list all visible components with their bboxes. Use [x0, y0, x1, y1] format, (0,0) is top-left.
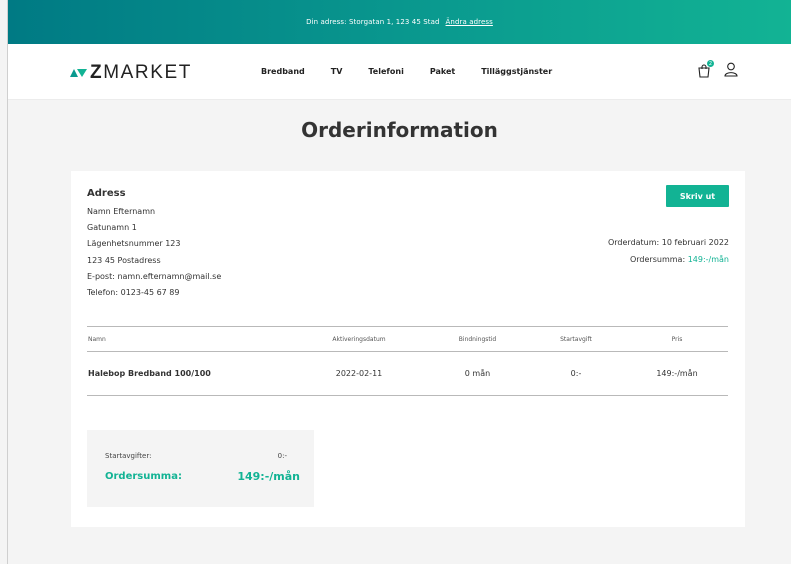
cart-count-badge: 2	[707, 60, 714, 67]
table-row: Halebop Bredband 100/100 2022-02-11 0 må…	[87, 352, 728, 396]
zmarket-logo-icon	[70, 69, 87, 77]
order-meta: Orderdatum: 10 februari 2022 Ordersumma:…	[608, 235, 729, 268]
change-address-link[interactable]: Ändra adress	[446, 18, 493, 26]
order-sum-label: Ordersumma:	[629, 254, 686, 264]
address-email: E-post: namn.efternamn@mail.se	[87, 271, 222, 281]
order-items-table: Namn Aktiveringsdatum Bindningstid Start…	[87, 326, 728, 396]
address-banner: Din adress: Storgatan 1, 123 45 Stad Änd…	[8, 0, 791, 44]
address-phone: Telefon: 0123-45 67 89	[87, 288, 180, 298]
cell-start-fee: 0:-	[570, 369, 582, 378]
column-header-price: Pris	[671, 335, 683, 343]
column-header-name: Namn	[88, 335, 106, 343]
start-fee-label: Startavgifter:	[105, 452, 152, 460]
total-label: Ordersumma:	[105, 471, 182, 482]
nav-item-telefoni[interactable]: Telefoni	[368, 67, 403, 76]
cell-activation-date: 2022-02-11	[335, 369, 383, 378]
print-button[interactable]: Skriv ut	[666, 185, 729, 207]
column-header-activation: Aktiveringsdatum	[332, 335, 386, 343]
nav-item-tv[interactable]: TV	[331, 67, 343, 76]
column-header-binding: Bindningstid	[458, 335, 497, 343]
nav-item-tillaggstjanster[interactable]: Tilläggstjänster	[481, 67, 552, 76]
address-apartment: Lägenhetsnummer 123	[87, 239, 181, 249]
nav-item-bredband[interactable]: Bredband	[261, 67, 305, 76]
page-frame: Din adress: Storgatan 1, 123 45 Stad Änd…	[7, 0, 791, 564]
current-address-text: Din adress: Storgatan 1, 123 45 Stad	[306, 18, 440, 26]
cell-product-name: Halebop Bredband 100/100	[88, 369, 211, 378]
address-name: Namn Efternamn	[87, 207, 156, 216]
main-navigation: Z MARKET Bredband TV Telefoni Paket Tillä…	[8, 44, 791, 100]
address-street: Gatunamn 1	[87, 223, 137, 233]
logo-letter: Z	[90, 62, 104, 83]
order-sum-value: 149:-/mån	[687, 254, 729, 264]
address-block: Adress Namn Efternamn Gatunamn 1 Lägenhe…	[87, 187, 221, 301]
cell-binding-period: 0 mån	[464, 369, 491, 378]
nav-menu: Bredband TV Telefoni Paket Tilläggstjäns…	[261, 67, 578, 76]
account-button[interactable]	[724, 62, 738, 77]
start-fee-value: 0:-	[277, 452, 287, 460]
user-icon	[724, 62, 738, 77]
order-sum-line: Ordersumma: 149:-/mån	[608, 252, 729, 269]
table-header: Namn Aktiveringsdatum Bindningstid Start…	[87, 326, 728, 352]
address-heading: Adress	[87, 188, 126, 199]
order-summary-box: Startavgifter: 0:- Ordersumma: 149:-/mån	[87, 430, 314, 507]
cart-button[interactable]: 2	[697, 60, 714, 78]
cell-price: 149:-/mån	[656, 369, 698, 378]
page-title: Orderinformation	[301, 118, 498, 142]
order-card: Adress Namn Efternamn Gatunamn 1 Lägenhe…	[71, 171, 745, 527]
order-date: Orderdatum: 10 februari 2022	[607, 238, 729, 247]
logo-text: MARKET	[103, 62, 192, 83]
address-postal: 123 45 Postadress	[87, 255, 161, 265]
total-value: 149:-/mån	[237, 470, 300, 483]
zmarket-logo[interactable]: Z MARKET	[70, 62, 192, 84]
nav-item-paket[interactable]: Paket	[430, 67, 455, 76]
column-header-startfee: Startavgift	[560, 335, 592, 343]
